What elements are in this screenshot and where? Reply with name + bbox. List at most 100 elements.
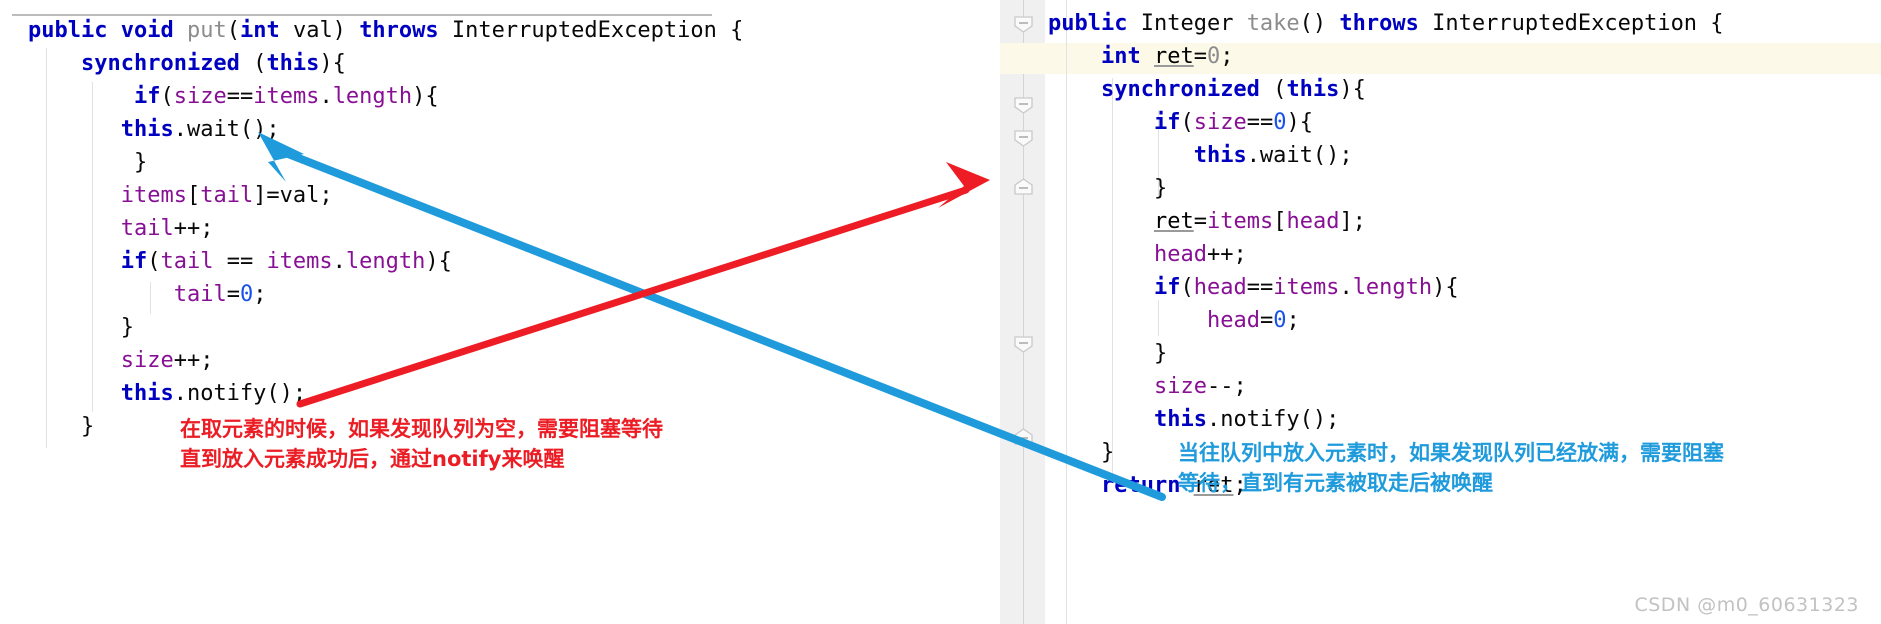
code-token: 0	[239, 282, 254, 307]
fold-marker-collapse-icon[interactable]	[1014, 16, 1033, 33]
code-token: .wait();	[1246, 143, 1353, 168]
left-code-text[interactable]: public void put(int val) throws Interrup…	[28, 14, 743, 443]
fold-marker-collapse-icon[interactable]	[1014, 336, 1033, 353]
code-token: .wait();	[173, 117, 280, 142]
code-line[interactable]: head++;	[1048, 238, 1724, 271]
fold-marker-collapse-icon[interactable]	[1014, 130, 1033, 147]
code-line[interactable]: head=0;	[1048, 304, 1724, 337]
code-line[interactable]: size--;	[1048, 370, 1724, 403]
code-token: .	[1339, 275, 1353, 300]
code-token: return	[1100, 473, 1181, 498]
red-annotation-text: 在取元素的时候，如果发现队列为空，需要阻塞等待 直到放入元素成功后，通过noti…	[180, 417, 663, 471]
code-line[interactable]: }	[28, 311, 743, 344]
code-token: ){	[1432, 275, 1459, 300]
code-line[interactable]: items[tail]=val;	[28, 179, 743, 212]
code-token: items	[253, 84, 320, 109]
code-token: int	[1100, 44, 1141, 69]
code-token: synchronized	[1100, 77, 1260, 102]
code-token: }	[28, 150, 148, 175]
code-token: ){	[319, 51, 346, 76]
right-code-pane[interactable]: public Integer take() throws Interrupted…	[1000, 0, 1881, 624]
code-line[interactable]: size++;	[28, 344, 743, 377]
code-line[interactable]: ret=items[head];	[1048, 205, 1724, 238]
code-token: int	[239, 18, 280, 43]
code-token: if	[120, 249, 148, 274]
code-token: items	[1273, 275, 1340, 300]
code-line[interactable]: this.notify();	[28, 377, 743, 410]
code-token: if	[1153, 275, 1181, 300]
code-token: 0	[1273, 110, 1287, 135]
code-line[interactable]: }	[28, 146, 743, 179]
code-token: tail	[200, 183, 254, 208]
code-line[interactable]: this.wait();	[28, 113, 743, 146]
right-code-text[interactable]: public Integer take() throws Interrupted…	[1048, 7, 1724, 502]
code-token: length	[332, 84, 413, 109]
code-token: ==	[226, 84, 254, 109]
code-line[interactable]: synchronized (this){	[1048, 73, 1724, 106]
code-line[interactable]: }	[1048, 172, 1724, 205]
code-token: .	[332, 249, 346, 274]
code-token: head	[1206, 308, 1260, 333]
code-token: ()	[1299, 11, 1340, 36]
code-line[interactable]: tail++;	[28, 212, 743, 245]
code-token: [	[186, 183, 201, 208]
code-token: this	[1193, 143, 1247, 168]
code-token: void	[120, 18, 187, 43]
code-token: }	[1048, 341, 1168, 366]
code-token: --;	[1206, 374, 1247, 399]
code-token: val)	[279, 18, 360, 43]
code-line[interactable]: public Integer take() throws Interrupted…	[1048, 7, 1724, 40]
code-line[interactable]: synchronized (this){	[28, 47, 743, 80]
code-line[interactable]: if(size==0){	[1048, 106, 1724, 139]
code-line[interactable]: int ret=0;	[1048, 40, 1724, 73]
code-token: (	[1259, 77, 1287, 102]
code-line[interactable]: if(head==items.length){	[1048, 271, 1724, 304]
code-line[interactable]: tail=0;	[28, 278, 743, 311]
code-token: tail	[173, 282, 227, 307]
code-token: =	[226, 282, 240, 307]
code-token: ++;	[173, 348, 214, 373]
code-line[interactable]: public void put(int val) throws Interrup…	[28, 14, 743, 47]
code-token: (	[1180, 110, 1194, 135]
code-token: (	[239, 51, 267, 76]
code-token: take	[1246, 11, 1300, 36]
fold-marker-expand-icon[interactable]	[1014, 428, 1033, 445]
code-token: items	[266, 249, 333, 274]
code-line[interactable]: this.wait();	[1048, 139, 1724, 172]
code-line[interactable]: if(tail == items.length){	[28, 245, 743, 278]
code-token: ++;	[173, 216, 214, 241]
code-line[interactable]: if(size==items.length){	[28, 80, 743, 113]
code-line[interactable]: }	[1048, 337, 1724, 370]
code-token: size	[173, 84, 227, 109]
code-line[interactable]: this.notify();	[1048, 403, 1724, 436]
code-token: InterruptedException {	[438, 18, 744, 43]
code-token: ==	[213, 249, 267, 274]
code-token: .notify();	[173, 381, 307, 406]
code-token: ];	[1339, 209, 1366, 234]
left-code-pane[interactable]: public void put(int val) throws Interrup…	[0, 0, 835, 624]
code-token: ){	[412, 84, 439, 109]
code-token: 0	[1273, 308, 1287, 333]
code-token: ;	[1286, 308, 1300, 333]
code-token: .notify();	[1206, 407, 1340, 432]
code-token: put	[186, 18, 227, 43]
code-token: 0	[1206, 44, 1221, 69]
code-token: public	[1048, 11, 1141, 36]
code-token: head	[1286, 209, 1340, 234]
code-token: ++;	[1206, 242, 1247, 267]
code-token: ){	[1286, 110, 1313, 135]
fold-marker-expand-icon[interactable]	[1014, 178, 1033, 195]
fold-marker-collapse-icon[interactable]	[1014, 97, 1033, 114]
